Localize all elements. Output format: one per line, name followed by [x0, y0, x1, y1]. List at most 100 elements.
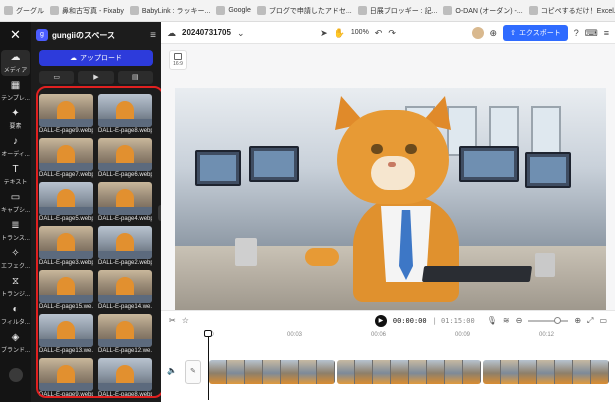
page-icon	[357, 6, 367, 15]
media-thumbnail[interactable]	[98, 270, 152, 303]
bookmark-item[interactable]: 日展ブロッギー : 記...	[357, 6, 437, 16]
bookmark-item[interactable]: Google	[216, 6, 251, 15]
media-item[interactable]: DALL-E-page15.we...	[39, 270, 93, 312]
zoom-out-icon[interactable]: ⊖	[516, 316, 523, 325]
chevron-down-icon[interactable]: ⌄	[237, 27, 245, 39]
redo-icon[interactable]: ↷	[388, 27, 396, 39]
video-clip[interactable]	[337, 360, 481, 384]
page-icon	[443, 6, 453, 15]
fit-icon[interactable]: ⤢	[587, 316, 593, 326]
rail-item[interactable]: ≣ トランス...	[1, 218, 30, 244]
rail-item[interactable]: ▭ キャプシ...	[1, 190, 30, 216]
media-filename: DALL-E-page3.webp	[39, 260, 93, 266]
video-clip[interactable]	[483, 360, 609, 384]
rail-item[interactable]: ✧ エフェク...	[1, 246, 30, 272]
media-item[interactable]: DALL-E-page5.webp	[39, 182, 93, 224]
rail-item[interactable]: ▦ テンプレ...	[1, 78, 30, 104]
select-pointer-icon[interactable]: ➤	[320, 27, 328, 39]
bookmark-label: O-DAN (オーダン) -...	[455, 7, 523, 15]
media-item[interactable]: DALL-E-page6.webp	[98, 138, 152, 180]
clip-frame	[263, 360, 281, 384]
media-thumbnail[interactable]	[98, 226, 152, 259]
timeline[interactable]: 00 00:03 00:06 00:09 00:12 🔈 ✎	[161, 330, 615, 402]
play-button[interactable]: ▶	[374, 314, 387, 327]
bookmark-item[interactable]: グーグル	[4, 6, 44, 16]
monitor-shape	[525, 152, 571, 188]
collapse-rail-icon[interactable]	[8, 368, 23, 382]
rail-item[interactable]: ♪ オーディ...	[1, 134, 30, 160]
media-thumbnail[interactable]	[98, 182, 152, 215]
media-thumbnail[interactable]	[39, 94, 93, 127]
rail-item[interactable]: ☁ メディア	[1, 50, 30, 76]
rail-item[interactable]: ⧖ トランジ...	[1, 274, 30, 300]
capcut-logo-icon[interactable]: ✕	[7, 26, 25, 44]
media-thumbnail[interactable]	[39, 226, 93, 259]
menu-icon[interactable]: ≡	[150, 30, 156, 41]
media-item[interactable]: DALL-E-page9.webp	[39, 358, 93, 400]
workspace-header[interactable]: g gungiiのスペース ≡	[36, 26, 156, 44]
media-thumbnail[interactable]	[98, 314, 152, 347]
thumbnail-desk-shape	[98, 339, 152, 347]
media-item[interactable]: DALL-E-page3.webp	[39, 226, 93, 268]
audio-mute-icon[interactable]: 🔈	[167, 366, 177, 375]
media-item[interactable]: DALL-E-page2.webp	[98, 226, 152, 268]
cloud-sync-icon[interactable]: ☁	[167, 27, 176, 39]
media-item[interactable]: DALL-E-page14.we...	[98, 270, 152, 312]
bookmark-item[interactable]: BabyLink : ラッキー...	[129, 6, 210, 16]
project-name[interactable]: 20240731705	[182, 28, 231, 37]
media-thumbnail[interactable]	[39, 358, 93, 391]
media-thumbnail[interactable]	[39, 270, 93, 303]
zoom-level[interactable]: 100%	[351, 29, 369, 36]
more-icon[interactable]: ≡	[604, 27, 609, 39]
video-preview[interactable]	[175, 88, 606, 313]
zoom-in-icon[interactable]: ⊕	[574, 316, 581, 325]
bookmark-item[interactable]: 鼻和古写真 - Fixaby	[50, 6, 124, 16]
rail-item[interactable]: T テキスト	[1, 162, 30, 188]
tab-mobile-icon[interactable]: ▭	[39, 71, 75, 84]
rail-item[interactable]: ✦ 要素	[1, 106, 30, 132]
media-thumbnail[interactable]	[98, 94, 152, 127]
media-item[interactable]: DALL-E-page8.webp	[98, 94, 152, 136]
video-clip[interactable]	[209, 360, 335, 384]
media-item[interactable]: DALL-E-page13.we...	[39, 314, 93, 356]
thumbnail-desk-shape	[39, 207, 93, 215]
rail-item[interactable]: ◈ ブランド...	[1, 330, 30, 356]
tab-video-icon[interactable]: ▶	[78, 71, 114, 84]
add-user-icon[interactable]: ⊕	[490, 27, 498, 39]
media-thumbnail[interactable]	[39, 138, 93, 171]
media-thumbnail[interactable]	[98, 138, 152, 171]
aspect-ratio-button[interactable]: 16:9	[169, 50, 187, 70]
tab-library-icon[interactable]: ▤	[117, 71, 153, 84]
ratio-label: 16:9	[173, 61, 183, 67]
undo-icon[interactable]: ↶	[375, 27, 383, 39]
media-thumbnail[interactable]	[39, 314, 93, 347]
hand-icon[interactable]: ✋	[334, 27, 345, 39]
media-item[interactable]: DALL-E-page12.we...	[98, 314, 152, 356]
caption-icon[interactable]: ▭	[599, 316, 607, 325]
media-item[interactable]: DALL-E-page8.webp	[98, 358, 152, 400]
media-item[interactable]: DALL-E-page7.webp	[39, 138, 93, 180]
upload-button[interactable]: ☁ アップロード	[39, 50, 153, 66]
help-icon[interactable]: ?	[574, 27, 579, 39]
media-item[interactable]: DALL-E-page4.webp	[98, 182, 152, 224]
bookmark-item[interactable]: O-DAN (オーダン) -...	[443, 6, 523, 16]
rail-item[interactable]: ◐ フィルタ...	[1, 302, 30, 328]
waveform-icon[interactable]: ≋	[503, 316, 510, 325]
timeline-zoom-slider[interactable]	[528, 316, 569, 324]
keyboard-icon[interactable]: ⌨	[585, 27, 598, 39]
avatar[interactable]	[471, 26, 484, 39]
media-thumbnail[interactable]	[39, 182, 93, 215]
bookmark-item[interactable]: ブログで申請したアドセ...	[256, 6, 352, 16]
ruler-tick: 00:03	[287, 332, 303, 338]
export-button[interactable]: ⇧ エクスポート	[503, 24, 568, 41]
microphone-icon[interactable]: 🎙	[487, 316, 497, 325]
split-icon[interactable]: ✂	[169, 316, 176, 325]
star-icon[interactable]: ☆	[182, 316, 189, 325]
edit-track-button[interactable]: ✎	[185, 360, 201, 384]
bookmark-item[interactable]: コピペするだけ！Excel...	[528, 6, 615, 16]
media-thumbnail[interactable]	[98, 358, 152, 391]
playhead-handle[interactable]	[204, 330, 212, 337]
slider-knob[interactable]	[554, 316, 562, 324]
media-item[interactable]: DALL-E-page9.webp	[39, 94, 93, 136]
thumbnail-desk-shape	[98, 207, 152, 215]
